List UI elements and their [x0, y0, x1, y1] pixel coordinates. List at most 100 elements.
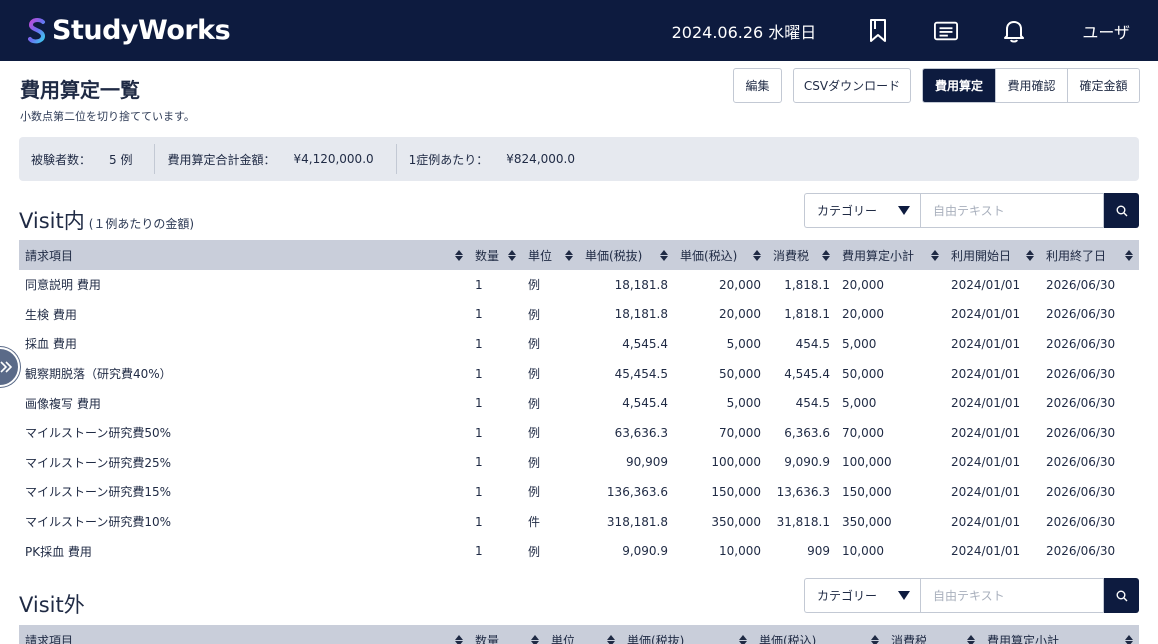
- table-cell: 100,000: [842, 455, 892, 470]
- sort-icon[interactable]: [967, 634, 975, 644]
- sort-icon[interactable]: [1125, 634, 1133, 644]
- sidebar-toggle-button[interactable]: [0, 347, 20, 387]
- table-row[interactable]: 観察期脱落（研究費40%） 1 例 45,454.5 50,000 4,545.4 50,0…: [19, 359, 1139, 389]
- sort-icon[interactable]: [871, 634, 879, 644]
- category-select[interactable]: カテゴリー: [804, 578, 920, 613]
- visit-out-table: 請求項目 数量 単位 単価(税抜) 単価(税込) 消費税 費用算定小計: [19, 625, 1139, 644]
- table-row[interactable]: 画像複写 費用 1 例 4,545.4 5,000 454.5 5,000 2024/01/0…: [19, 388, 1139, 418]
- column-header[interactable]: 請求項目: [19, 625, 469, 644]
- column-header[interactable]: 利用終了日: [1040, 240, 1139, 270]
- table-cell: 454.5: [795, 336, 830, 351]
- table-cell: 4,545.4: [622, 336, 668, 351]
- tab-cost-confirmation[interactable]: 費用確認: [995, 69, 1067, 102]
- table-cell: 例: [528, 485, 541, 500]
- table-row[interactable]: PK採血 費用 1 例 9,090.9 10,000 909 10,000 2024/01/0…: [19, 536, 1139, 566]
- column-header[interactable]: 消費税: [767, 240, 836, 270]
- search-button[interactable]: [1104, 578, 1139, 613]
- table-cell: 2026/06/30: [1046, 484, 1116, 499]
- table-row[interactable]: マイルストーン研究費15% 1 例 136,363.6 150,000 13,636.3 1…: [19, 477, 1139, 507]
- column-header[interactable]: 単価(税抜): [621, 625, 753, 644]
- visit-in-title: Visit内: [19, 209, 85, 233]
- table-row[interactable]: マイルストーン研究費25% 1 例 90,909 100,000 9,090.9 100,0…: [19, 448, 1139, 478]
- table-cell: 20,000: [719, 307, 761, 322]
- table-cell: 9,090.9: [784, 455, 830, 470]
- table-cell: 2024/01/01: [951, 455, 1021, 470]
- sort-icon[interactable]: [455, 249, 463, 261]
- sort-icon[interactable]: [565, 249, 573, 261]
- header-date: 2024.06.26 水曜日: [671, 22, 817, 42]
- table-row[interactable]: マイルストーン研究費50% 1 例 63,636.3 70,000 6,363.6 70,0…: [19, 418, 1139, 448]
- sort-icon[interactable]: [1125, 249, 1133, 261]
- table-cell: 18,181.8: [614, 277, 668, 292]
- table-row[interactable]: 同意説明 費用 1 例 18,181.8 20,000 1,818.1 20,000 2024…: [19, 270, 1139, 300]
- column-header[interactable]: 費用算定小計: [981, 625, 1139, 644]
- csv-download-button[interactable]: CSVダウンロード: [793, 68, 911, 103]
- section-title-visit-in: Visit内 (１例あたりの金額): [19, 205, 194, 235]
- edit-button[interactable]: 編集: [733, 68, 782, 103]
- user-menu[interactable]: ユーザ: [1082, 19, 1130, 43]
- sort-icon[interactable]: [753, 249, 761, 261]
- sort-icon[interactable]: [931, 249, 939, 261]
- column-header[interactable]: 費用算定小計: [836, 240, 945, 270]
- table-cell: 1: [475, 366, 483, 381]
- table-cell: 2026/06/30: [1046, 425, 1116, 440]
- sort-icon[interactable]: [508, 249, 516, 261]
- message-icon[interactable]: [934, 18, 959, 44]
- tab-confirmed-amount[interactable]: 確定金額: [1067, 69, 1139, 102]
- column-header-label: 単価(税抜): [585, 248, 643, 263]
- sort-icon[interactable]: [822, 249, 830, 261]
- column-header[interactable]: 単価(税込): [753, 625, 885, 644]
- caret-down-icon: [898, 206, 910, 215]
- search-icon: [1116, 205, 1127, 216]
- table-header-row: 請求項目 数量 単位 単価(税抜) 単価(税込) 消費税 費用算定小計: [19, 625, 1139, 644]
- column-header-label: 数量: [475, 248, 500, 263]
- table-row[interactable]: 生検 費用 1 例 18,181.8 20,000 1,818.1 20,000 2024/0…: [19, 300, 1139, 330]
- table-cell: 70,000: [719, 425, 761, 440]
- bell-icon[interactable]: [1002, 18, 1026, 44]
- table-cell: 50,000: [842, 366, 884, 381]
- table-cell: 例: [528, 367, 541, 382]
- column-header[interactable]: 数量: [469, 240, 522, 270]
- table-cell: 2024/01/01: [951, 277, 1021, 292]
- sort-icon[interactable]: [455, 634, 463, 644]
- page-title: 費用算定一覧: [20, 78, 140, 102]
- sort-icon[interactable]: [1026, 249, 1034, 261]
- column-header[interactable]: 単位: [545, 625, 621, 644]
- table-row[interactable]: マイルストーン研究費10% 1 件 318,181.8 350,000 31,818.1 3…: [19, 507, 1139, 537]
- column-header[interactable]: 単価(税抜): [579, 240, 674, 270]
- column-header[interactable]: 利用開始日: [945, 240, 1040, 270]
- search-button[interactable]: [1104, 193, 1139, 228]
- free-text-input[interactable]: [920, 193, 1104, 228]
- sort-icon[interactable]: [607, 634, 615, 644]
- table-cell: 1: [475, 484, 483, 499]
- column-header[interactable]: 単位: [522, 240, 579, 270]
- column-header-label: 数量: [475, 633, 500, 644]
- table-cell: 18,181.8: [614, 307, 668, 322]
- table-cell: 生検 費用: [25, 307, 77, 322]
- column-header[interactable]: 請求項目: [19, 240, 469, 270]
- logo[interactable]: StudyWorks: [28, 15, 231, 46]
- table-cell: 10,000: [842, 544, 884, 559]
- table-row[interactable]: 採血 費用 1 例 4,545.4 5,000 454.5 5,000 2024/01/01 2…: [19, 329, 1139, 359]
- free-text-input[interactable]: [920, 578, 1104, 613]
- sort-icon[interactable]: [739, 634, 747, 644]
- category-select[interactable]: カテゴリー: [804, 193, 920, 228]
- table-cell: 同意説明 費用: [25, 278, 101, 293]
- table-cell: 2026/06/30: [1046, 366, 1116, 381]
- column-header[interactable]: 消費税: [885, 625, 981, 644]
- column-header[interactable]: 数量: [469, 625, 545, 644]
- table-cell: 2026/06/30: [1046, 514, 1116, 529]
- table-cell: 45,454.5: [614, 366, 668, 381]
- bookmark-icon[interactable]: [866, 18, 890, 44]
- section-title-visit-out: Visit外: [19, 589, 85, 619]
- column-header-label: 請求項目: [25, 633, 74, 644]
- sort-icon[interactable]: [660, 249, 668, 261]
- visit-out-title: Visit外: [19, 593, 85, 617]
- table-cell: 9,090.9: [622, 544, 668, 559]
- sort-icon[interactable]: [531, 634, 539, 644]
- tab-cost-calculation[interactable]: 費用算定: [923, 69, 995, 102]
- column-header-label: 単価(税抜): [627, 633, 685, 644]
- table-cell: 2024/01/01: [951, 336, 1021, 351]
- column-header[interactable]: 単価(税込): [674, 240, 767, 270]
- table-cell: 150,000: [842, 484, 892, 499]
